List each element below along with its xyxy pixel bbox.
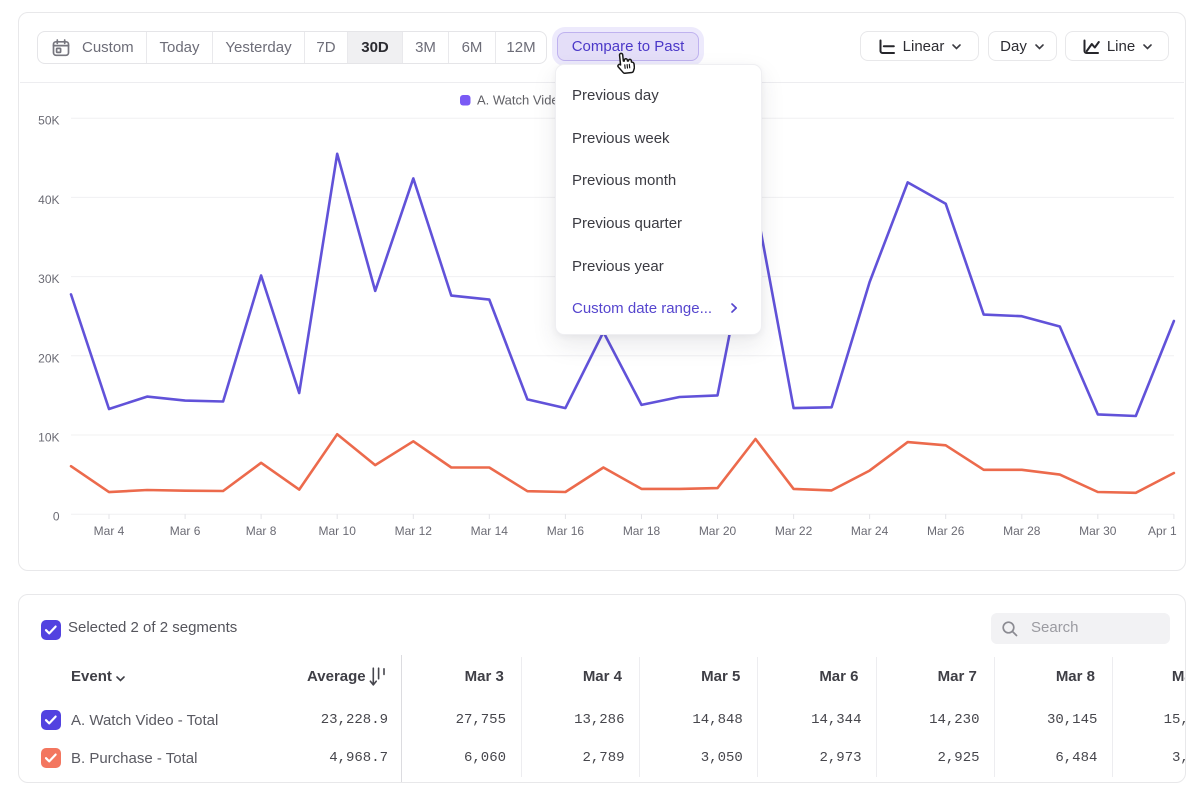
svg-text:Mar 30: Mar 30 [1079, 524, 1117, 538]
svg-text:30K: 30K [38, 272, 59, 286]
svg-text:50K: 50K [38, 114, 59, 128]
svg-text:Mar 8: Mar 8 [246, 524, 277, 538]
svg-text:Mar 14: Mar 14 [471, 524, 509, 538]
svg-text:10K: 10K [38, 431, 59, 445]
svg-text:Mar 24: Mar 24 [851, 524, 889, 538]
svg-text:Mar 4: Mar 4 [94, 524, 125, 538]
svg-text:Mar 16: Mar 16 [547, 524, 585, 538]
svg-text:20K: 20K [38, 351, 59, 365]
svg-text:Mar 6: Mar 6 [170, 524, 201, 538]
svg-text:Apr 1: Apr 1 [1148, 524, 1177, 538]
svg-text:Mar 10: Mar 10 [319, 524, 357, 538]
svg-text:Mar 18: Mar 18 [623, 524, 661, 538]
svg-text:Mar 22: Mar 22 [775, 524, 813, 538]
svg-text:Mar 12: Mar 12 [395, 524, 433, 538]
svg-text:Mar 20: Mar 20 [699, 524, 737, 538]
svg-text:Mar 26: Mar 26 [927, 524, 965, 538]
svg-text:40K: 40K [38, 193, 59, 207]
svg-text:Mar 28: Mar 28 [1003, 524, 1041, 538]
svg-text:0: 0 [53, 510, 60, 524]
